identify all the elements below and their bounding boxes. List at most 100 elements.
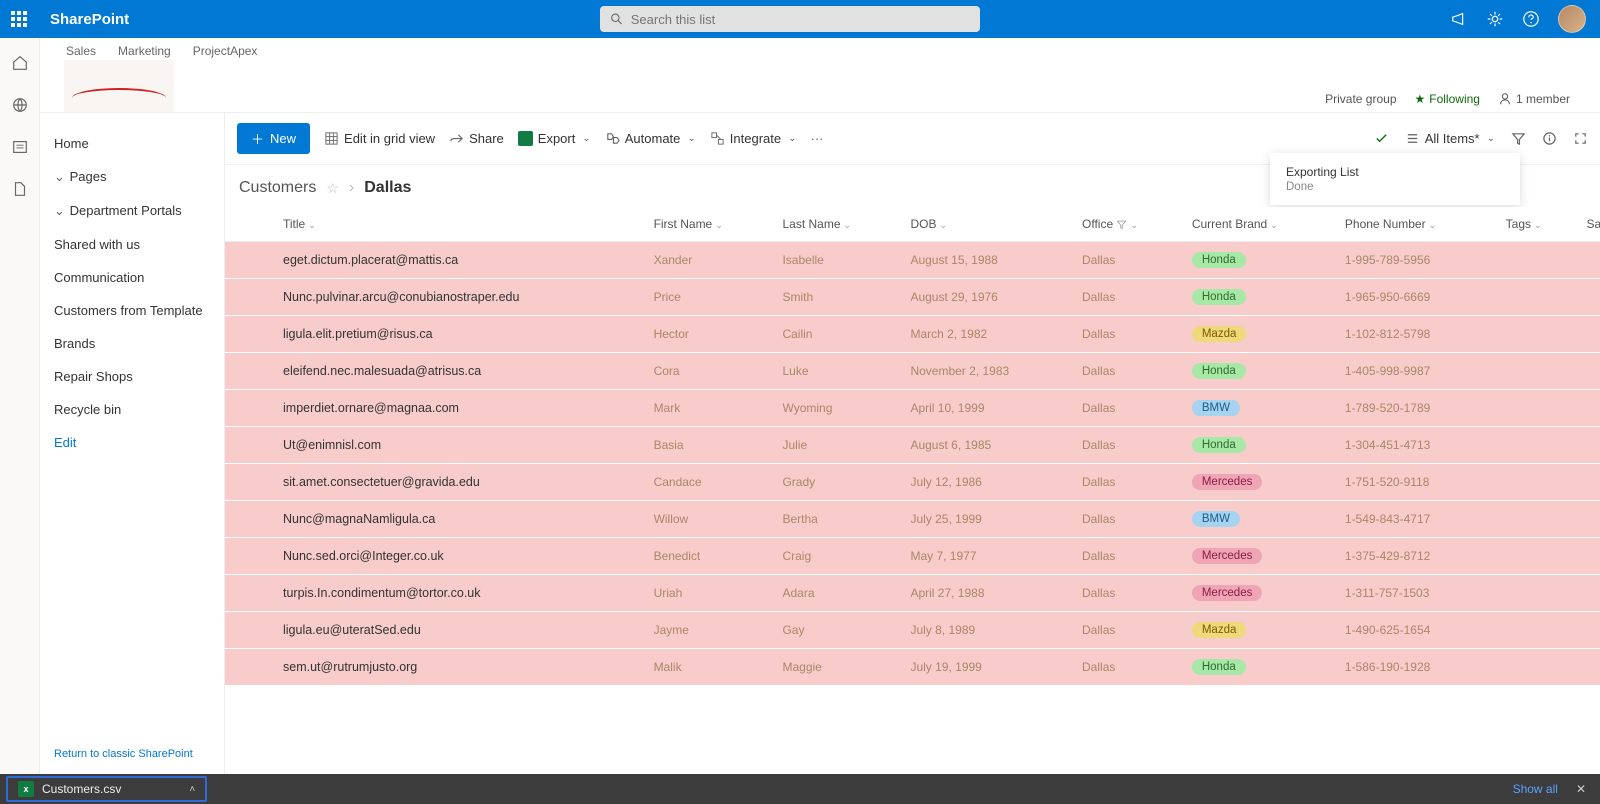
chevron-up-icon[interactable]: ˄ (189, 784, 195, 795)
table-row[interactable]: turpis.In.condimentum@tortor.co.ukUriahA… (225, 575, 1600, 612)
nav-brands[interactable]: Brands (54, 327, 210, 360)
table-row[interactable]: Nunc@magnaNamligula.caWillowBerthaJuly 2… (225, 501, 1600, 538)
favorite-icon[interactable]: ☆ (326, 180, 339, 197)
col-office[interactable]: Office ⌄ (1072, 207, 1182, 242)
download-chip[interactable]: x Customers.csv ˄ (6, 776, 207, 802)
show-all-downloads[interactable]: Show all (1513, 782, 1558, 796)
cell-dob: April 10, 1999 (900, 390, 1072, 427)
more-button[interactable]: ··· (811, 131, 824, 146)
col-brand[interactable]: Current Brand⌄ (1182, 207, 1335, 242)
col-phone[interactable]: Phone Number⌄ (1335, 207, 1496, 242)
integrate-button[interactable]: Integrate⌄ (710, 131, 797, 146)
nav-communication[interactable]: Communication (54, 261, 210, 294)
col-title[interactable]: Title⌄ (273, 207, 644, 242)
cell-title[interactable]: Nunc.pulvinar.arcu@conubianostraper.edu (273, 279, 644, 316)
help-icon[interactable] (1522, 10, 1540, 28)
toast-subtitle: Done (1286, 181, 1504, 193)
cell-last: Craig (772, 538, 900, 575)
settings-icon[interactable] (1486, 10, 1504, 28)
check-icon[interactable] (1374, 131, 1389, 146)
cell-dob: April 27, 1988 (900, 575, 1072, 612)
return-classic-link[interactable]: Return to classic SharePoint (54, 748, 210, 760)
nav-home[interactable]: Home (54, 127, 210, 160)
site-logo[interactable] (64, 60, 174, 112)
edit-grid-button[interactable]: Edit in grid view (324, 131, 435, 146)
col-tags[interactable]: Tags⌄ (1496, 207, 1577, 242)
files-icon[interactable] (11, 180, 29, 198)
col-last[interactable]: Last Name⌄ (772, 207, 900, 242)
table-scroll[interactable]: Title⌄ First Name⌄ Last Name⌄ DOB⌄ Offic… (225, 207, 1600, 774)
nav-dept-portals[interactable]: ⌄ Department Portals (54, 194, 210, 228)
user-avatar[interactable] (1558, 5, 1586, 33)
table-row[interactable]: ligula.eu@uteratSed.eduJaymeGayJuly 8, 1… (225, 612, 1600, 649)
cell-title[interactable]: turpis.In.condimentum@tortor.co.uk (273, 575, 644, 612)
close-download-bar[interactable]: ✕ (1576, 782, 1586, 796)
cell-tags (1496, 279, 1577, 316)
cell-title[interactable]: ligula.elit.pretium@risus.ca (273, 316, 644, 353)
expand-icon[interactable] (1573, 131, 1588, 146)
filter-icon[interactable] (1511, 131, 1526, 146)
cell-title[interactable]: Ut@enimnisl.com (273, 427, 644, 464)
cell-assoc (1576, 575, 1600, 612)
cell-last: Smith (772, 279, 900, 316)
col-assoc[interactable]: Sales Associate⌄ (1576, 207, 1600, 242)
app-launcher-icon[interactable] (0, 0, 38, 38)
automate-button[interactable]: Automate⌄ (605, 131, 696, 146)
news-icon[interactable] (11, 138, 29, 156)
search-input[interactable] (631, 12, 970, 27)
table-row[interactable]: Ut@enimnisl.comBasiaJulieAugust 6, 1985D… (225, 427, 1600, 464)
share-button[interactable]: Share (449, 131, 504, 146)
cell-brand: Mazda (1182, 612, 1335, 649)
nav-customers-template[interactable]: Customers from Template (54, 294, 210, 327)
globe-icon[interactable] (11, 96, 29, 114)
table-row[interactable]: eget.dictum.placerat@mattis.caXanderIsab… (225, 242, 1600, 279)
members-link[interactable]: 1 member (1498, 92, 1570, 106)
cell-title[interactable]: imperdiet.ornare@magnaa.com (273, 390, 644, 427)
table-row[interactable]: eleifend.nec.malesuada@atrisus.caCoraLuk… (225, 353, 1600, 390)
cell-title[interactable]: ligula.eu@uteratSed.edu (273, 612, 644, 649)
table-row[interactable]: imperdiet.ornare@magnaa.comMarkWyomingAp… (225, 390, 1600, 427)
list-name[interactable]: Customers (239, 179, 316, 197)
toast-title: Exporting List (1286, 165, 1504, 179)
cell-office: Dallas (1072, 279, 1182, 316)
nav-edit[interactable]: Edit (54, 426, 210, 459)
search-box[interactable] (600, 6, 980, 32)
cell-brand: Mercedes (1182, 538, 1335, 575)
megaphone-icon[interactable] (1450, 10, 1468, 28)
customers-table: Title⌄ First Name⌄ Last Name⌄ DOB⌄ Offic… (225, 207, 1600, 686)
cell-phone: 1-375-429-8712 (1335, 538, 1496, 575)
nav-shared[interactable]: Shared with us (54, 228, 210, 261)
table-row[interactable]: ligula.elit.pretium@risus.caHectorCailin… (225, 316, 1600, 353)
cell-first: Benedict (644, 538, 773, 575)
following-button[interactable]: ★ Following (1415, 92, 1480, 106)
cell-title[interactable]: sit.amet.consectetuer@gravida.edu (273, 464, 644, 501)
table-row[interactable]: Nunc.pulvinar.arcu@conubianostraper.eduP… (225, 279, 1600, 316)
cell-title[interactable]: Nunc.sed.orci@Integer.co.uk (273, 538, 644, 575)
nav-repair-shops[interactable]: Repair Shops (54, 360, 210, 393)
site-tab-sales[interactable]: Sales (66, 44, 96, 58)
cell-phone: 1-965-950-6669 (1335, 279, 1496, 316)
cell-title[interactable]: sem.ut@rutrumjusto.org (273, 649, 644, 686)
nav-pages[interactable]: ⌄ Pages (54, 160, 210, 194)
integrate-icon (710, 131, 725, 146)
cell-title[interactable]: eleifend.nec.malesuada@atrisus.ca (273, 353, 644, 390)
col-dob[interactable]: DOB⌄ (900, 207, 1072, 242)
info-icon[interactable] (1542, 131, 1557, 146)
cell-title[interactable]: eget.dictum.placerat@mattis.ca (273, 242, 644, 279)
site-tabs: Sales Marketing ProjectApex (64, 44, 257, 58)
col-first[interactable]: First Name⌄ (644, 207, 773, 242)
site-tab-projectapex[interactable]: ProjectApex (193, 44, 258, 58)
export-toast: Exporting List Done (1270, 153, 1520, 205)
table-row[interactable]: Nunc.sed.orci@Integer.co.ukBenedictCraig… (225, 538, 1600, 575)
cell-title[interactable]: Nunc@magnaNamligula.ca (273, 501, 644, 538)
home-icon[interactable] (11, 54, 29, 72)
table-row[interactable]: sem.ut@rutrumjusto.orgMalikMaggieJuly 19… (225, 649, 1600, 686)
new-button[interactable]: ＋ New (237, 123, 310, 154)
cell-phone: 1-751-520-9118 (1335, 464, 1496, 501)
export-button[interactable]: Export⌄ (518, 131, 591, 146)
table-row[interactable]: sit.amet.consectetuer@gravida.eduCandace… (225, 464, 1600, 501)
nav-recycle[interactable]: Recycle bin (54, 393, 210, 426)
site-tab-marketing[interactable]: Marketing (118, 44, 171, 58)
view-selector[interactable]: All Items*⌄ (1405, 131, 1495, 146)
cell-tags (1496, 427, 1577, 464)
